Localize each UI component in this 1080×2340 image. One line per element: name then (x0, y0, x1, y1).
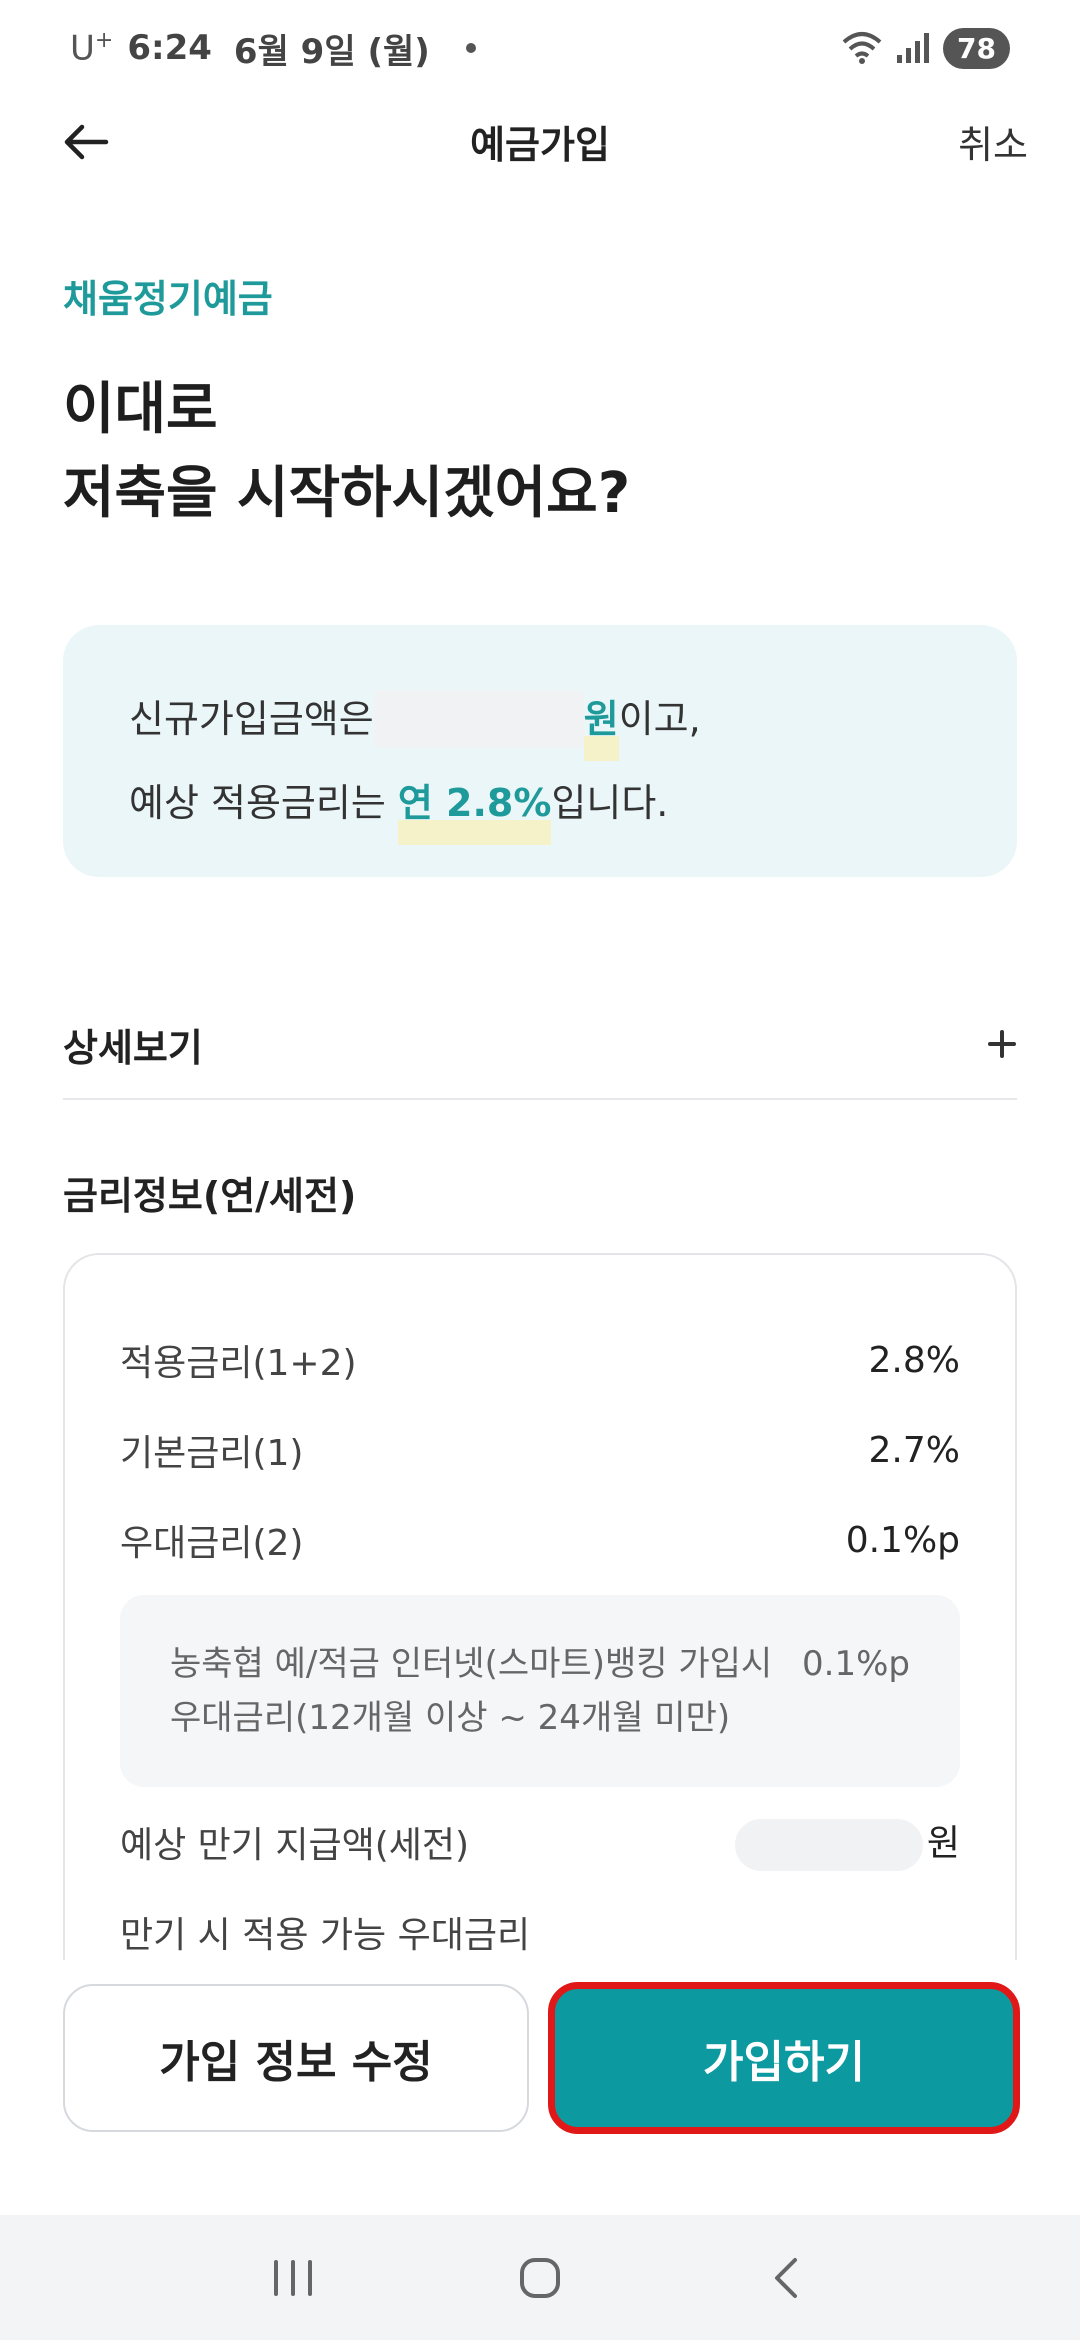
status-bar: U+ 6:24 6월 9일 (월) 78 (0, 0, 1080, 96)
recent-apps-icon (274, 2259, 313, 2296)
cancel-button[interactable]: 취소 (958, 114, 1028, 169)
bottom-action-bar: 가입 정보 수정 가입하기 (0, 1960, 1080, 2215)
maturity-label: 예상 만기 지급액(세전) (120, 1825, 470, 1866)
system-nav-bar (0, 2215, 1080, 2340)
preferential-rate-value: 0.1%p (802, 1644, 910, 1684)
headline-line-2: 저축을 시작하시겠어요? (63, 461, 631, 526)
summary-amount-line: 신규가입금액은 원 이고, (129, 677, 951, 761)
detail-label: 상세보기 (63, 1025, 203, 1070)
summary-rate-line: 예상 적용금리는 연 2.8% 입니다. (129, 761, 951, 845)
rate-row: 적용금리(1+2) 2.8% (120, 1315, 960, 1405)
page-title: 예금가입 (470, 123, 610, 167)
home-icon (519, 2257, 560, 2298)
won-unit: 원 (583, 677, 619, 761)
headline: 이대로 저축을 시작하시겠어요? (63, 368, 630, 536)
rate-value: 2.8% (868, 1339, 960, 1381)
expected-rate: 연 2.8% (397, 761, 552, 845)
home-button[interactable] (505, 2243, 575, 2313)
edit-info-button[interactable]: 가입 정보 수정 (63, 1984, 529, 2132)
notification-dot-icon (465, 43, 476, 53)
battery-indicator: 78 (943, 27, 1010, 69)
rate-value: 0.1%p (845, 1519, 960, 1561)
masked-amount (373, 690, 584, 748)
back-nav-button[interactable] (752, 2243, 822, 2313)
recent-apps-button[interactable] (258, 2243, 328, 2313)
rate-label: 기본금리(1) (120, 1433, 304, 1474)
status-time: 6:24 (127, 28, 212, 68)
rate-label: 우대금리(2) (120, 1523, 304, 1564)
carrier-label: U+ (70, 27, 114, 69)
preferential-rate-description: 농축협 예/적금 인터넷(스마트)뱅킹 가입시 우대금리(12개월 이상 ~ 2… (170, 1644, 773, 1738)
detail-toggle[interactable]: 상세보기 (63, 990, 1017, 1100)
product-name: 채움정기예금 (63, 277, 273, 321)
maturity-value: 원 (734, 1814, 960, 1871)
maturity-row: 예상 만기 지급액(세전) 원 (120, 1797, 960, 1887)
rate-row: 기본금리(1) 2.7% (120, 1405, 960, 1495)
maturity-pref-label: 만기 시 적용 가능 우대금리 (120, 1915, 531, 1956)
rate-info-card: 적용금리(1+2) 2.8% 기본금리(1) 2.7% 우대금리(2) 0.1%… (63, 1253, 1017, 2013)
rate-info-title: 금리정보(연/세전) (63, 1174, 357, 1218)
rate-value: 2.7% (868, 1429, 960, 1471)
summary-box: 신규가입금액은 원 이고, 예상 적용금리는 연 2.8% 입니다. (63, 625, 1017, 877)
masked-maturity-amount (734, 1818, 923, 1871)
signal-icon (897, 33, 930, 63)
wifi-icon (842, 32, 882, 64)
join-button[interactable]: 가입하기 (548, 1982, 1020, 2134)
headline-line-1: 이대로 (63, 377, 218, 442)
top-app-bar: 예금가입 취소 (0, 100, 1080, 180)
chevron-left-icon (774, 2257, 797, 2298)
rate-row: 우대금리(2) 0.1%p (120, 1495, 960, 1585)
rate-label: 적용금리(1+2) (120, 1343, 357, 1384)
status-date: 6월 9일 (월) (233, 31, 430, 72)
plus-icon (988, 1030, 1016, 1058)
preferential-rate-box: 농축협 예/적금 인터넷(스마트)뱅킹 가입시 우대금리(12개월 이상 ~ 2… (120, 1595, 960, 1787)
